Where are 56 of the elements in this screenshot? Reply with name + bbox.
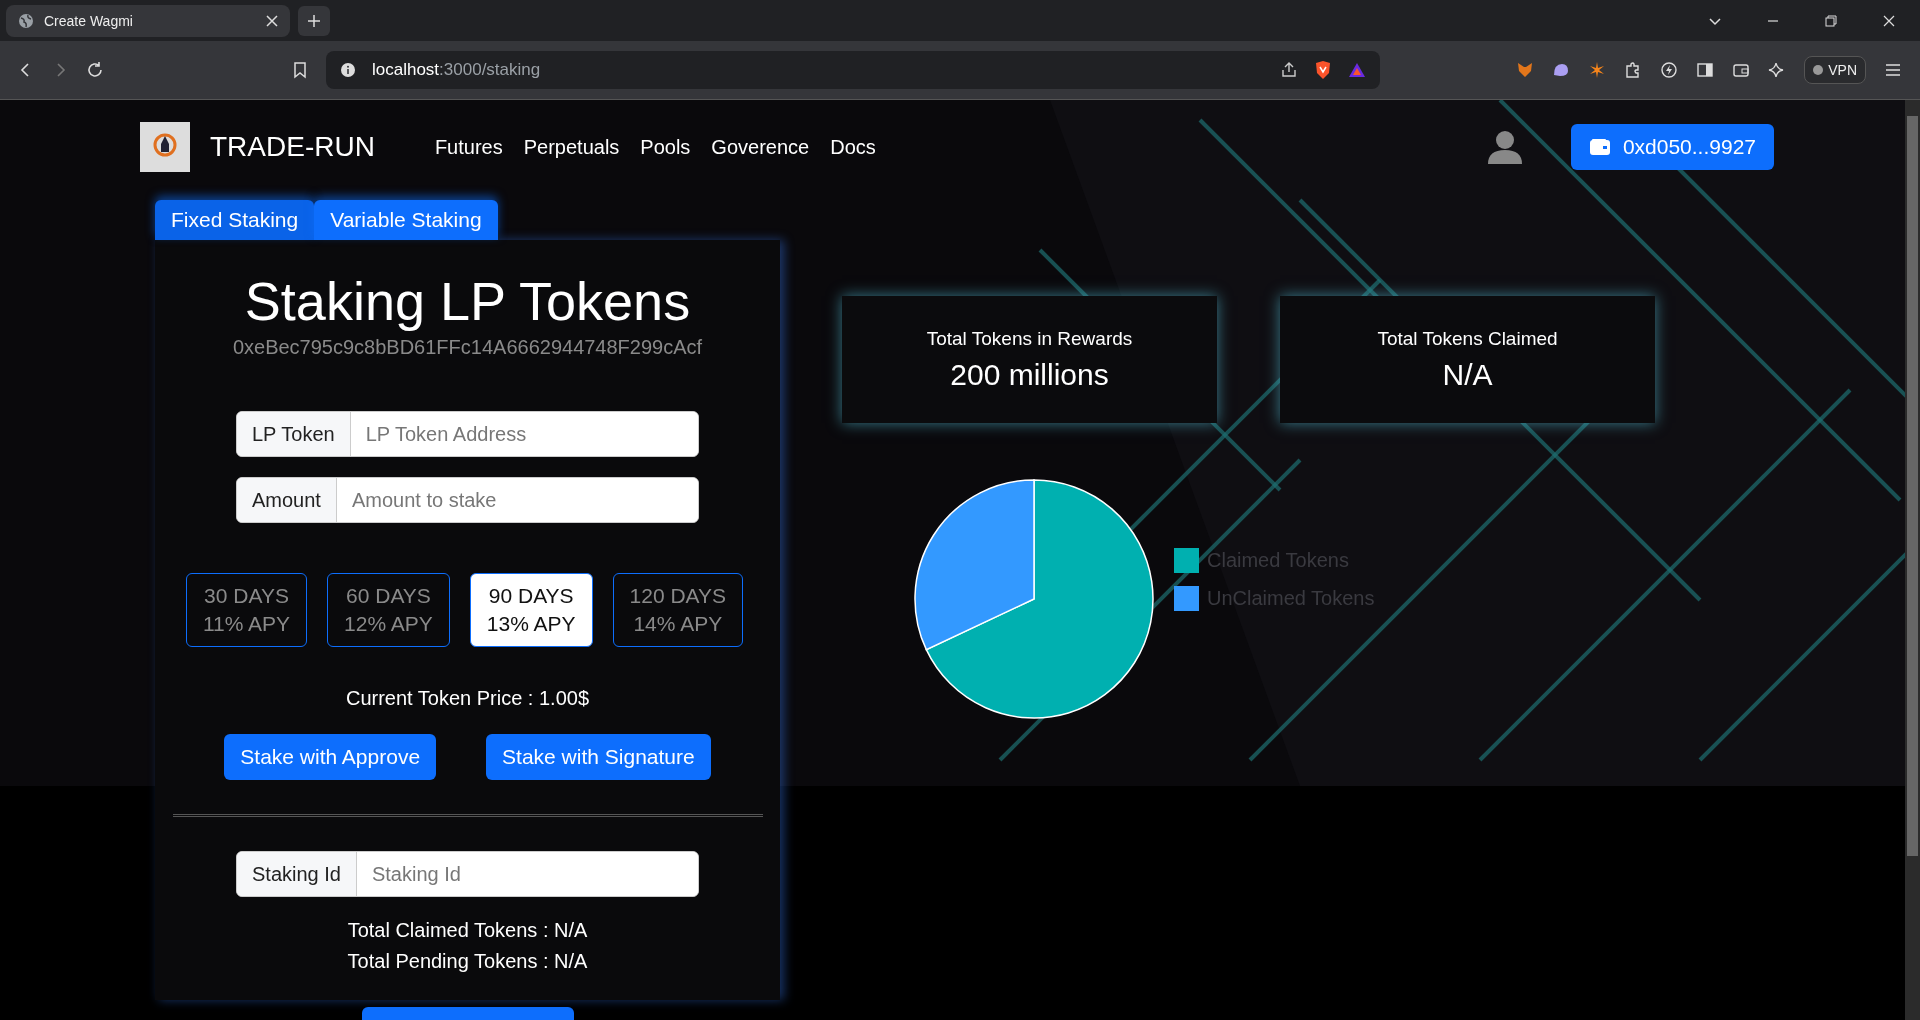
stake-button[interactable]: Stake with Signature — [486, 734, 711, 780]
plan-option[interactable]: 120 DAYS 14% APY — [612, 573, 744, 647]
contract-address: 0xeBec795c9c8bBD61FFc14A6662944748F299cAcf — [232, 336, 703, 359]
tab-title: Create Wagmi — [44, 12, 133, 29]
triangle-icon[interactable] — [1348, 61, 1366, 79]
bookmark-icon[interactable] — [292, 61, 308, 79]
wallet-button[interactable]: 0xd050...9927 — [1570, 124, 1774, 170]
stat-label: Total Tokens Claimed — [1377, 327, 1558, 350]
url-text: localhost:3000/staking — [372, 60, 541, 80]
fox-icon[interactable] — [1516, 61, 1535, 79]
stat-value: N/A — [1442, 357, 1493, 392]
nav-link[interactable]: Perpetuals — [523, 135, 620, 159]
input-field[interactable]: LP Token LP Token Address — [236, 411, 699, 457]
close-icon[interactable] — [266, 14, 278, 27]
plan-option[interactable]: 90 DAYS 13% APY — [469, 573, 593, 647]
new-tab-button[interactable] — [298, 5, 330, 36]
plan-option[interactable]: 30 DAYS 11% APY — [185, 573, 308, 647]
bolt-icon[interactable] — [1660, 61, 1679, 79]
globe-icon — [18, 12, 34, 29]
input-field[interactable]: Amount Amount to stake — [236, 477, 699, 523]
nav-link[interactable]: Goverence — [711, 135, 810, 159]
total-text: Total Pending Tokens : N/A — [347, 949, 588, 974]
ghost-icon[interactable] — [1552, 61, 1571, 79]
total-text: Total Claimed Tokens : N/A — [347, 918, 588, 943]
nav-link[interactable]: Futures — [434, 135, 503, 159]
scrollbar[interactable] — [1905, 100, 1920, 1020]
close-icon[interactable] — [1882, 13, 1896, 28]
address-bar[interactable]: localhost:3000/staking — [326, 51, 1380, 89]
token-price: Current Token Price : 1.00$ — [345, 687, 590, 710]
stake-button[interactable]: Stake with Approve — [224, 734, 437, 780]
user-icon[interactable] — [1486, 129, 1523, 165]
menu-icon[interactable] — [1884, 61, 1902, 79]
wallet-icon — [1588, 138, 1611, 156]
legend-swatch — [1174, 547, 1199, 573]
input-field[interactable]: Staking Id Staking Id — [236, 851, 699, 897]
nav-link[interactable]: Pools — [640, 135, 691, 159]
panel-title: Staking LP Tokens — [244, 270, 691, 332]
rocket-logo[interactable] — [140, 122, 190, 172]
stat-value: 200 millions — [950, 357, 1109, 392]
lion-shield-icon[interactable] — [1314, 60, 1332, 80]
stat-label: Total Tokens in Rewards — [926, 327, 1133, 350]
share-icon[interactable] — [1280, 61, 1298, 79]
plan-option[interactable]: 60 DAYS 12% APY — [327, 573, 450, 647]
wallet-icon[interactable] — [1732, 61, 1751, 79]
vpn-button[interactable]: VPN — [1804, 56, 1866, 84]
reload-icon[interactable] — [86, 61, 104, 79]
browser-tab[interactable]: Create Wagmi — [6, 4, 290, 37]
staking-tab[interactable]: Variable Staking — [314, 200, 498, 240]
brand-name[interactable]: TRADE-RUN — [210, 131, 375, 163]
plus-icon — [307, 13, 321, 28]
staking-tab[interactable]: Fixed Staking — [155, 200, 315, 240]
sidebar-icon[interactable] — [1696, 61, 1715, 79]
info-icon — [340, 62, 356, 78]
nav-link[interactable]: Docs — [830, 135, 876, 159]
legend-swatch — [1174, 585, 1199, 611]
restore-icon[interactable] — [1824, 13, 1838, 28]
